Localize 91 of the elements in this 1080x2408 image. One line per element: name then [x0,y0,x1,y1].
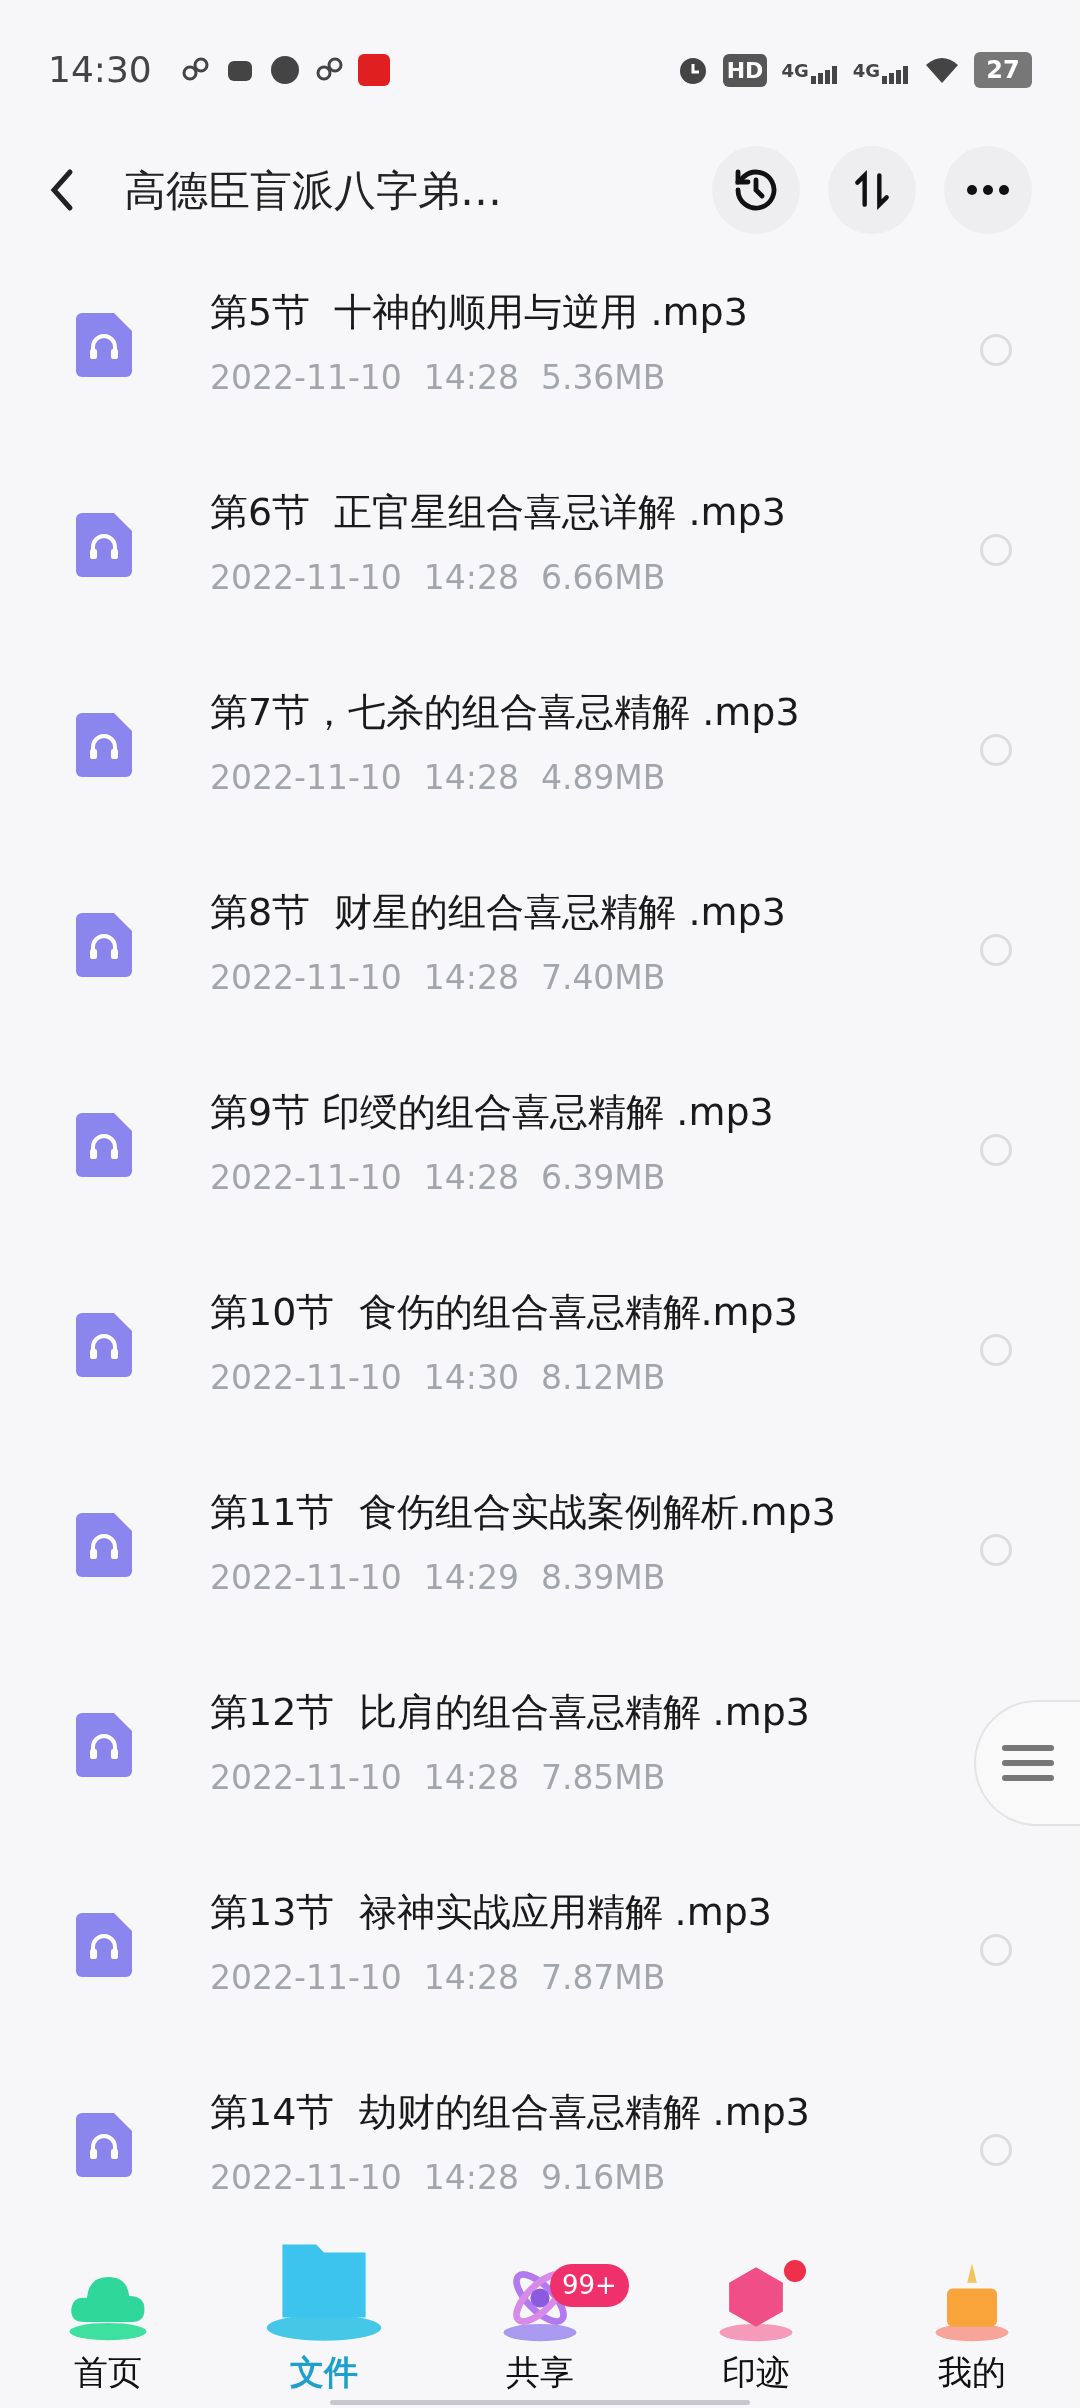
file-name: 第14节 劫财的组合喜忌精解 .mp3 [210,2088,810,2136]
audio-file-icon [76,2113,132,2177]
file-name: 第12节 比肩的组合喜忌精解 .mp3 [210,1688,810,1736]
file-name: 第5节 十神的顺用与逆用 .mp3 [210,288,748,336]
file-date: 2022-11-10 [210,956,402,999]
nav-label: 共享 [506,2352,574,2392]
file-row[interactable]: 第8节 财星的组合喜忌精解 .mp3 2022-11-10 14:28 7.40MB [0,850,1080,1050]
signal-icon [810,63,839,84]
audio-file-icon [76,513,132,577]
file-date: 2022-11-10 [210,1956,402,1999]
network-type: 4G [852,58,880,83]
file-name: 第7节，七杀的组合喜忌精解 .mp3 [210,688,800,736]
file-date: 2022-11-10 [210,1156,402,1199]
nav-tab[interactable]: 99+ 共享 [432,2250,648,2392]
file-size: 5.36MB [540,356,666,399]
file-size: 7.40MB [540,956,666,999]
hd-indicator: HD [722,53,768,87]
file-size: 6.39MB [540,1156,666,1199]
nav-tab[interactable]: 我的 [864,2250,1080,2392]
audio-file-icon [76,913,132,977]
file-date: 2022-11-10 [210,1356,402,1399]
folder-title: 高德臣盲派八字弟… [124,164,502,217]
menu-icon [1002,1743,1054,1783]
file-time: 14:28 [423,756,519,799]
file-size: 4.89MB [540,756,666,799]
select-radio[interactable] [980,934,1012,966]
file-time: 14:28 [423,1156,519,1199]
file-size: 7.87MB [540,1956,666,1999]
wifi-icon [924,55,960,85]
select-radio[interactable] [980,334,1012,366]
nav-tab[interactable]: 首页 [0,2250,216,2392]
file-date: 2022-11-10 [210,2156,402,2199]
nav-tab[interactable]: 印迹 [648,2250,864,2392]
file-name: 第8节 财星的组合喜忌精解 .mp3 [210,888,786,936]
file-row[interactable]: 第6节 正官星组合喜忌详解 .mp3 2022-11-10 14:28 6.66MB [0,450,1080,650]
file-name: 第9节 印绶的组合喜忌精解 .mp3 [210,1088,774,1136]
file-time: 14:28 [423,356,519,399]
file-size: 9.16MB [540,2156,666,2199]
file-row[interactable]: 第10节 食伤的组合喜忌精解.mp3 2022-11-10 14:30 8.12MB [0,1250,1080,1450]
status-time: 14:30 [48,48,152,92]
file-date: 2022-11-10 [210,556,402,599]
file-row[interactable]: 第11节 食伤组合实战案例解析.mp3 2022-11-10 14:29 8.39MB [0,1450,1080,1650]
file-row[interactable]: 第9节 印绶的组合喜忌精解 .mp3 2022-11-10 14:28 6.39MB [0,1050,1080,1250]
audio-file-icon [76,1913,132,1977]
select-radio[interactable] [980,1934,1012,1966]
file-row[interactable]: 第5节 十神的顺用与逆用 .mp3 2022-11-10 14:28 5.36MB [0,250,1080,450]
file-name: 第6节 正官星组合喜忌详解 .mp3 [210,488,786,536]
select-radio[interactable] [980,2134,1012,2166]
file-time: 14:29 [423,1556,519,1599]
audio-file-icon [76,1113,132,1177]
file-name: 第11节 食伤组合实战案例解析.mp3 [210,1488,836,1536]
signal-icon [882,63,910,84]
audio-file-icon [76,1313,132,1377]
nav-label: 我的 [938,2352,1006,2392]
select-radio[interactable] [980,734,1012,766]
file-size: 8.39MB [540,1556,666,1599]
app-icon [357,54,390,86]
file-time: 14:28 [423,1956,519,1999]
file-time: 14:28 [423,556,519,599]
file-size: 7.85MB [540,1756,666,1799]
nav-label: 首页 [74,2352,142,2392]
file-time: 14:28 [423,956,519,999]
audio-file-icon [76,1513,132,1577]
select-radio[interactable] [980,1334,1012,1366]
nav-label: 文件 [290,2352,358,2392]
file-date: 2022-11-10 [210,1556,402,1599]
side-menu-handle[interactable] [974,1700,1080,1826]
file-name: 第10节 食伤的组合喜忌精解.mp3 [210,1288,798,1336]
battery-indicator: 27 [974,52,1032,88]
select-radio[interactable] [980,1534,1012,1566]
file-size: 8.12MB [540,1356,666,1399]
file-size: 6.66MB [540,556,666,599]
nav-label: 印迹 [722,2352,790,2392]
file-time: 14:30 [423,1356,519,1399]
file-row[interactable]: 第14节 劫财的组合喜忌精解 .mp3 2022-11-10 14:28 9.16MB [0,2050,1080,2212]
file-row[interactable]: 第13节 禄神实战应用精解 .mp3 2022-11-10 14:28 7.87MB [0,1850,1080,2050]
notification-badge: 99+ [550,2264,629,2307]
select-radio[interactable] [980,534,1012,566]
file-name: 第13节 禄神实战应用精解 .mp3 [210,1888,772,1936]
file-date: 2022-11-10 [210,356,402,399]
select-radio[interactable] [980,1134,1012,1166]
file-date: 2022-11-10 [210,756,402,799]
audio-file-icon [76,1713,132,1777]
audio-file-icon [76,313,132,377]
file-time: 14:28 [423,2156,519,2199]
network-type: 4G [781,58,809,83]
file-date: 2022-11-10 [210,1756,402,1799]
more-icon [966,184,1010,196]
file-time: 14:28 [423,1756,519,1799]
file-row[interactable]: 第7节，七杀的组合喜忌精解 .mp3 2022-11-10 14:28 4.89MB [0,650,1080,850]
audio-file-icon [76,713,132,777]
